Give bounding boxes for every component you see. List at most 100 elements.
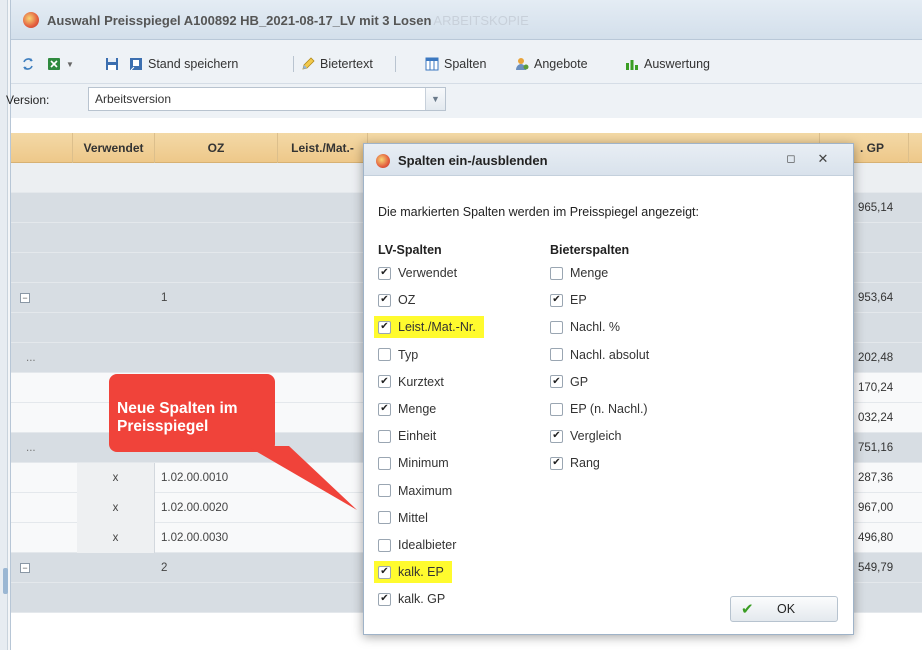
verwendet-cell[interactable]: x: [77, 523, 155, 553]
checkbox-unchecked-icon[interactable]: [550, 348, 563, 362]
gp-cell: 170,24: [858, 382, 894, 394]
checkbox-checked-icon[interactable]: ✔: [550, 429, 563, 443]
auswertung-button[interactable]: Auswertung: [625, 54, 710, 74]
column-checkbox-item[interactable]: Nachl. %: [550, 316, 620, 338]
column-checkbox-label: Nachl. %: [570, 320, 621, 335]
column-checkbox-item[interactable]: ✔ Menge: [378, 398, 436, 420]
checkbox-unchecked-icon[interactable]: [378, 538, 391, 552]
checkbox-checked-icon[interactable]: ✔: [378, 592, 391, 606]
column-checkbox-item[interactable]: Mittel: [378, 507, 428, 529]
column-checkbox-item[interactable]: ✔ Leist./Mat.-Nr.: [374, 316, 484, 339]
checkbox-checked-icon[interactable]: ✔: [378, 266, 391, 280]
maximize-icon[interactable]: ◻: [784, 152, 798, 166]
close-icon[interactable]: ✕: [816, 152, 830, 166]
gp-cell: 496,80: [858, 532, 894, 544]
save-button[interactable]: [105, 54, 124, 74]
column-header-verwendet[interactable]: Verwendet: [73, 133, 155, 163]
version-select[interactable]: Arbeitsversion ▼: [88, 87, 446, 111]
column-checkbox-label: Mittel: [398, 510, 428, 525]
column-checkbox-label: Idealbieter: [398, 538, 457, 552]
bar-chart-icon: [626, 60, 638, 70]
column-checkbox-item[interactable]: Maximum: [378, 480, 452, 502]
checkbox-checked-icon[interactable]: ✔: [378, 402, 391, 416]
checkbox-checked-icon[interactable]: ✔: [378, 565, 391, 579]
column-header-leist[interactable]: Leist./Mat.-: [278, 133, 368, 163]
checkbox-unchecked-icon[interactable]: [550, 402, 563, 416]
callout-pointer: [247, 446, 357, 510]
column-checkbox-item[interactable]: Minimum: [378, 452, 449, 474]
checkbox-checked-icon[interactable]: ✔: [550, 293, 563, 307]
gp-cell: 032,24: [858, 412, 894, 424]
dialog-intro-text: Die markierten Spalten werden im Preissp…: [378, 205, 699, 219]
bietertext-button[interactable]: Bietertext: [301, 54, 373, 74]
minus-box-icon[interactable]: −: [20, 563, 30, 573]
toolbar-separator: [395, 56, 396, 72]
column-checkbox-label: Maximum: [398, 483, 453, 498]
watermark-text: ARBEITSKOPIE: [433, 13, 529, 28]
checkbox-unchecked-icon[interactable]: [378, 511, 391, 525]
excel-export-button[interactable]: ▼: [47, 54, 74, 74]
checkbox-unchecked-icon[interactable]: [550, 320, 563, 334]
column-checkbox-item[interactable]: ✔ OZ: [378, 289, 415, 311]
checkbox-checked-icon[interactable]: ✔: [550, 375, 563, 389]
column-checkbox-item[interactable]: Menge: [550, 262, 608, 284]
checkbox-checked-icon[interactable]: ✔: [378, 375, 391, 389]
column-checkbox-label: Einheit: [398, 429, 437, 444]
column-checkbox-label: kalk. GP: [398, 592, 446, 607]
column-header-oz[interactable]: OZ: [155, 133, 278, 163]
column-checkbox-item[interactable]: ✔ GP: [550, 371, 588, 393]
pencil-icon: [302, 57, 315, 70]
angebote-button[interactable]: Angebote: [515, 54, 588, 74]
checkbox-unchecked-icon[interactable]: [378, 429, 391, 443]
gp-cell: 967,00: [858, 502, 894, 514]
verwendet-cell[interactable]: x: [77, 493, 155, 523]
column-checkbox-item[interactable]: Nachl. absolut: [550, 344, 649, 366]
minus-box-icon[interactable]: −: [20, 293, 30, 303]
column-checkbox-label: GP: [570, 374, 589, 389]
toolbar: ▼ Stand speichern Bietertext Spalten Ang…: [11, 40, 922, 84]
column-checkbox-item[interactable]: ✔ Rang: [550, 452, 600, 474]
gp-cell: 202,48: [858, 352, 894, 364]
toolbar-separator: [293, 56, 294, 72]
refresh-button[interactable]: [21, 54, 40, 74]
column-checkbox-label: Kurztext: [398, 374, 444, 389]
checkbox-unchecked-icon[interactable]: [378, 348, 391, 362]
dialog-title: Spalten ein-/ausblenden: [398, 153, 548, 168]
checkbox-checked-icon[interactable]: ✔: [550, 456, 563, 470]
column-checkbox-item[interactable]: Idealbieter: [378, 534, 456, 556]
column-checkbox-item[interactable]: EP (n. Nachl.): [550, 398, 648, 420]
ellipsis-icon[interactable]: ...: [26, 343, 36, 373]
checkbox-unchecked-icon[interactable]: [550, 266, 563, 280]
column-checkbox-item[interactable]: ✔ EP: [550, 289, 587, 311]
spalten-button[interactable]: Spalten: [425, 54, 486, 74]
column-checkbox-item[interactable]: ✔ kalk. GP: [378, 588, 445, 610]
column-checkbox-item[interactable]: ✔ kalk. EP: [374, 561, 452, 584]
column-checkbox-label: Verwendet: [398, 266, 458, 280]
version-select-value: Arbeitsversion: [95, 92, 172, 106]
checkmark-icon: ✔: [741, 601, 754, 618]
collapse-icon[interactable]: −: [20, 283, 30, 313]
verwendet-cell[interactable]: x: [77, 463, 155, 493]
annotation-callout: Neue Spalten im Preisspiegel: [109, 374, 275, 452]
column-checkbox-item[interactable]: ✔ Vergleich: [550, 425, 621, 447]
collapse-icon[interactable]: −: [20, 553, 30, 583]
ok-button[interactable]: ✔ OK: [730, 596, 838, 622]
refresh-icon: [23, 58, 33, 70]
checkbox-unchecked-icon[interactable]: [378, 456, 391, 470]
ellipsis-icon[interactable]: ...: [26, 433, 36, 463]
column-checkbox-item[interactable]: ✔ Kurztext: [378, 371, 444, 393]
checkbox-checked-icon[interactable]: ✔: [378, 293, 391, 307]
window-title-text: Auswahl Preisspiegel A100892 HB_2021-08-…: [47, 13, 432, 28]
column-checkbox-label: Typ: [398, 347, 419, 362]
chevron-down-icon[interactable]: ▼: [425, 88, 445, 110]
columns-icon: [425, 57, 439, 71]
checkbox-unchecked-icon[interactable]: [378, 484, 391, 498]
column-checkbox-item[interactable]: Einheit: [378, 425, 436, 447]
window-titlebar: Auswahl Preisspiegel A100892 HB_2021-08-…: [11, 0, 922, 40]
collapse-handle[interactable]: [3, 568, 8, 594]
gp-cell: 965,14: [858, 202, 894, 214]
stand-speichern-button[interactable]: Stand speichern: [129, 54, 238, 74]
checkbox-checked-icon[interactable]: ✔: [378, 320, 391, 334]
column-checkbox-item[interactable]: ✔ Verwendet: [378, 262, 457, 284]
column-checkbox-item[interactable]: Typ: [378, 344, 418, 366]
